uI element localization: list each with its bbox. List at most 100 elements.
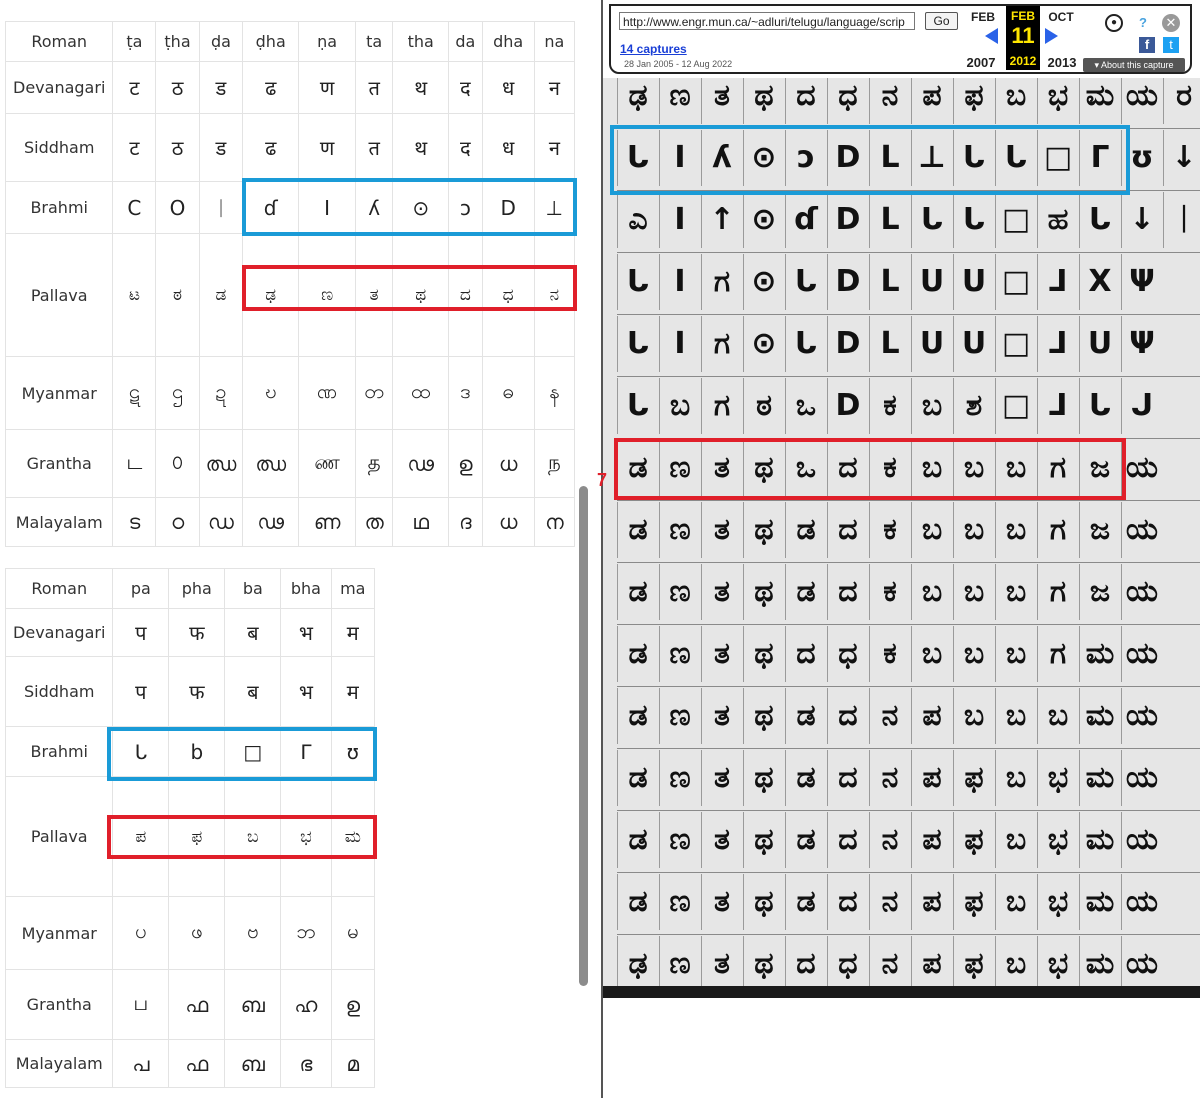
glyph-cell: प [112, 608, 170, 657]
wayback-current-month: FEB [1011, 9, 1035, 23]
glyph-cell: ഫ [168, 1039, 226, 1088]
wayback-current-capture: FEB 11 2012 [1006, 6, 1040, 70]
glyph-cell: த [354, 429, 394, 498]
wayback-next-month[interactable]: OCT [1042, 10, 1080, 24]
wayback-next-year[interactable]: 2013 [1043, 55, 1081, 70]
wayback-captures-link[interactable]: 14 captures [620, 42, 687, 56]
scan-glyph: ಢ [617, 78, 658, 124]
scan-glyph: ಯ [1121, 812, 1162, 868]
next-capture-arrow-icon[interactable] [1045, 28, 1058, 44]
wayback-date-range: 28 Jan 2005 - 12 Aug 2022 [624, 59, 733, 69]
scan-glyph: ದ [827, 564, 868, 620]
glyph-cell: ठ [155, 61, 200, 114]
scan-row-divider [617, 810, 1200, 811]
column-header-1: ṭha [155, 21, 200, 62]
scan-glyph: ɔ [785, 130, 826, 186]
wayback-toolbar: http://www.engr.mun.ca/~adluri/telugu/la… [609, 4, 1192, 74]
glyph-cell: C [112, 181, 157, 234]
glyph-cell: D [481, 181, 535, 234]
scan-glyph: ಮ [1079, 626, 1120, 682]
scan-glyph: ನ [869, 812, 910, 868]
script-row-malayalam: Malayalam ട ഠ ഡ ഢ ണ ത ഥ ദ ധ ന [4, 497, 576, 547]
script-name-cell: Grantha [4, 429, 114, 498]
scan-glyph: □ [995, 254, 1036, 310]
scan-glyph: ಭ [1037, 78, 1078, 124]
scan-glyph: ᒐ [617, 130, 658, 186]
help-icon[interactable]: ? [1134, 14, 1152, 32]
wayback-current-year: 2012 [1009, 54, 1037, 68]
scan-glyph: ಕ [869, 440, 910, 496]
glyph-cell: ഝ [198, 429, 244, 498]
scan-glyph: ನ [869, 874, 910, 930]
scan-glyph: ಯ [1121, 750, 1162, 806]
scan-glyph: ᒐ [953, 130, 994, 186]
glyph-cell: ത [354, 497, 394, 547]
vertical-scrollbar[interactable] [579, 486, 588, 986]
script-row-siddham: Siddham ट ठ ड ढ ण त थ द ध न [4, 113, 576, 182]
scan-glyph: ಬ [953, 564, 994, 620]
scan-glyph: ಭ [1037, 874, 1078, 930]
twitter-icon[interactable]: t [1163, 37, 1179, 53]
scan-glyph: ದ [785, 78, 826, 124]
scan-glyph: ⊥ [911, 130, 952, 186]
scan-glyph: ↓ [1121, 192, 1162, 248]
user-icon[interactable]: ● [1105, 14, 1123, 32]
glyph-cell: ഡ [198, 497, 244, 547]
scan-row-marker: 7 [597, 470, 608, 490]
scan-glyph: ಯ [1121, 440, 1162, 496]
glyph-cell: ट [112, 113, 157, 182]
scan-glyph: ಥ [743, 936, 784, 992]
scan-glyph: ನ [869, 78, 910, 124]
script-table-labials: Roman pa pha ba bha ma Devanagari प फ ब भ म Siddham प… [4, 568, 376, 1088]
scan-row: ಡಣತಥಡದನಪಫಬಭಮಯ [617, 810, 1200, 870]
column-header-0: pa [112, 568, 170, 609]
script-row-grantha: Grantha ப ഫ ബ ഹ ഉ [4, 969, 376, 1040]
glyph-cell: ധ [481, 497, 535, 547]
scan-glyph: ನ [869, 936, 910, 992]
scan-glyph: ತ [701, 626, 742, 682]
scan-glyph: □ [1037, 130, 1078, 186]
glyph-cell: ပ [112, 896, 170, 970]
about-capture-button[interactable]: ▾ About this capture [1083, 58, 1185, 72]
scan-glyph: ಗ [1037, 626, 1078, 682]
scan-glyph: ಫ [953, 936, 994, 992]
wayback-prev-month[interactable]: FEB [964, 10, 1002, 24]
wayback-prev-year[interactable]: 2007 [962, 55, 1000, 70]
scan-glyph: ಣ [659, 750, 700, 806]
scan-glyph: ಗ [1037, 440, 1078, 496]
roman-header-cell: Roman [4, 568, 114, 609]
column-header-4: ma [330, 568, 376, 609]
scan-glyph: ಬ [953, 440, 994, 496]
glyph-cell: ட [112, 429, 157, 498]
script-row-grantha: Grantha ட ௦ ഝ ഝ ண த ഢ ഉ ധ ந [4, 429, 576, 498]
glyph-cell: ഢ [242, 497, 300, 547]
wayback-url-input[interactable]: http://www.engr.mun.ca/~adluri/telugu/la… [619, 12, 915, 30]
scan-glyph: ಭ [1037, 936, 1078, 992]
scan-glyph: ಡ [785, 812, 826, 868]
scan-glyph: ಥ [743, 564, 784, 620]
prev-capture-arrow-icon[interactable] [985, 28, 998, 44]
column-header-6: tha [392, 21, 450, 62]
glyph-cell: ಡ [198, 233, 244, 357]
scan-glyph: ಗ [701, 254, 742, 310]
scan-glyph: ᒐ [617, 378, 658, 434]
wayback-go-button[interactable]: Go [925, 12, 958, 30]
close-icon[interactable]: ✕ [1162, 14, 1180, 32]
scan-glyph: ಫ [953, 78, 994, 124]
glyph-cell: ഠ [155, 497, 200, 547]
scan-glyph: ಬ [995, 874, 1036, 930]
scan-glyph: ರ [1163, 78, 1200, 124]
glyph-cell: ण [298, 113, 356, 182]
facebook-icon[interactable]: f [1139, 37, 1155, 53]
script-table-dentals: Roman ṭa ṭha ḍa ḍha ṇa ta tha da dha na Devanagari ट… [4, 21, 576, 547]
scan-glyph: ಣ [659, 502, 700, 558]
scan-glyph: ಥ [743, 502, 784, 558]
glyph-cell: ப [112, 969, 170, 1040]
scan-glyph: ಬ [911, 564, 952, 620]
glyph-cell: မ [330, 896, 376, 970]
scan-glyph: ಕ [869, 626, 910, 682]
scan-glyph: ಥ [743, 626, 784, 682]
glyph-cell: ട [112, 497, 157, 547]
script-name-cell: Grantha [4, 969, 114, 1040]
scan-glyph: ದ [827, 502, 868, 558]
